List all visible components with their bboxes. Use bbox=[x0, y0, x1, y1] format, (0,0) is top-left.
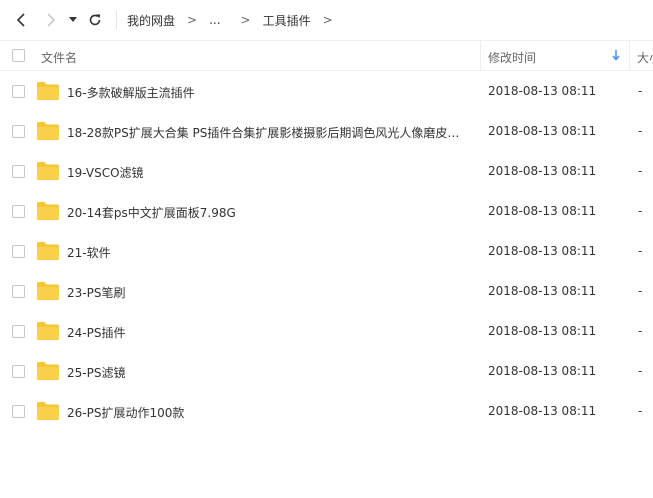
file-row[interactable]: 23-PS笔刷 2018-08-13 08:11 - bbox=[0, 271, 653, 311]
file-name[interactable]: 19-VSCO滤镜 bbox=[67, 164, 467, 181]
file-size: - bbox=[638, 404, 643, 418]
row-checkbox[interactable] bbox=[12, 365, 25, 378]
file-row[interactable]: 19-VSCO滤镜 2018-08-13 08:11 - bbox=[0, 151, 653, 191]
folder-icon bbox=[37, 361, 59, 380]
breadcrumb-separator: > bbox=[187, 13, 198, 27]
file-name[interactable]: 25-PS滤镜 bbox=[67, 364, 467, 381]
file-mtime: 2018-08-13 08:11 bbox=[488, 204, 597, 218]
file-mtime: 2018-08-13 08:11 bbox=[488, 284, 597, 298]
file-name[interactable]: 16-多款破解版主流插件 bbox=[67, 84, 467, 101]
column-header-mtime[interactable]: 修改时间 bbox=[488, 49, 536, 66]
toolbar-divider bbox=[116, 11, 117, 29]
file-row[interactable]: 18-28款PS扩展大合集 PS插件合集扩展影楼摄影后期调色风光人像磨皮降噪..… bbox=[0, 111, 653, 151]
row-checkbox[interactable] bbox=[12, 205, 25, 218]
file-list-header: 文件名 修改时间 大小 bbox=[0, 40, 653, 71]
column-header-name[interactable]: 文件名 bbox=[41, 49, 77, 66]
toolbar: 我的网盘 > ... > 工具插件 > bbox=[0, 0, 653, 40]
breadcrumb-item-tool-plugins[interactable]: 工具插件 bbox=[263, 12, 311, 29]
file-size: - bbox=[638, 84, 643, 98]
file-mtime: 2018-08-13 08:11 bbox=[488, 244, 597, 258]
folder-icon bbox=[37, 401, 59, 420]
chevron-left-icon bbox=[16, 13, 25, 27]
file-mtime: 2018-08-13 08:11 bbox=[488, 124, 597, 138]
file-name[interactable]: 18-28款PS扩展大合集 PS插件合集扩展影楼摄影后期调色风光人像磨皮降噪..… bbox=[67, 124, 467, 141]
refresh-button[interactable] bbox=[85, 10, 105, 30]
column-divider[interactable] bbox=[480, 41, 481, 70]
chevron-right-icon bbox=[47, 13, 56, 27]
folder-icon bbox=[37, 121, 59, 140]
file-size: - bbox=[638, 284, 643, 298]
row-checkbox[interactable] bbox=[12, 285, 25, 298]
file-mtime: 2018-08-13 08:11 bbox=[488, 84, 597, 98]
breadcrumb-separator: > bbox=[240, 13, 251, 27]
file-row[interactable]: 16-多款破解版主流插件 2018-08-13 08:11 - bbox=[0, 71, 653, 111]
breadcrumb: 我的网盘 > ... > 工具插件 > bbox=[127, 11, 345, 29]
breadcrumb-item-ellipsis[interactable]: ... bbox=[209, 13, 220, 27]
file-name[interactable]: 23-PS笔刷 bbox=[67, 284, 467, 301]
file-name[interactable]: 24-PS插件 bbox=[67, 324, 467, 341]
file-name[interactable]: 20-14套ps中文扩展面板7.98G bbox=[67, 204, 467, 221]
history-dropdown-button[interactable] bbox=[65, 10, 81, 30]
file-row[interactable]: 20-14套ps中文扩展面板7.98G 2018-08-13 08:11 - bbox=[0, 191, 653, 231]
select-all-checkbox[interactable] bbox=[12, 49, 25, 62]
row-checkbox[interactable] bbox=[12, 245, 25, 258]
folder-icon bbox=[37, 201, 59, 220]
refresh-icon bbox=[89, 14, 101, 26]
file-row[interactable]: 24-PS插件 2018-08-13 08:11 - bbox=[0, 311, 653, 351]
column-divider[interactable] bbox=[629, 41, 630, 70]
folder-icon bbox=[37, 81, 59, 100]
caret-down-icon bbox=[69, 17, 77, 22]
file-size: - bbox=[638, 164, 643, 178]
file-size: - bbox=[638, 124, 643, 138]
file-mtime: 2018-08-13 08:11 bbox=[488, 404, 597, 418]
row-checkbox[interactable] bbox=[12, 125, 25, 138]
folder-icon bbox=[37, 281, 59, 300]
file-name[interactable]: 26-PS扩展动作100款 bbox=[67, 404, 467, 421]
back-button[interactable] bbox=[11, 10, 31, 30]
row-checkbox[interactable] bbox=[12, 165, 25, 178]
breadcrumb-item-my-drive[interactable]: 我的网盘 bbox=[127, 12, 175, 29]
file-row[interactable]: 21-软件 2018-08-13 08:11 - bbox=[0, 231, 653, 271]
file-size: - bbox=[638, 364, 643, 378]
sort-desc-icon[interactable] bbox=[612, 49, 620, 64]
file-mtime: 2018-08-13 08:11 bbox=[488, 364, 597, 378]
file-size: - bbox=[638, 244, 643, 258]
file-row[interactable]: 25-PS滤镜 2018-08-13 08:11 - bbox=[0, 351, 653, 391]
file-mtime: 2018-08-13 08:11 bbox=[488, 164, 597, 178]
file-name[interactable]: 21-软件 bbox=[67, 244, 467, 261]
file-row[interactable]: 26-PS扩展动作100款 2018-08-13 08:11 - bbox=[0, 391, 653, 431]
column-header-size[interactable]: 大小 bbox=[637, 49, 653, 66]
row-checkbox[interactable] bbox=[12, 405, 25, 418]
forward-button[interactable] bbox=[41, 10, 61, 30]
row-checkbox[interactable] bbox=[12, 85, 25, 98]
file-mtime: 2018-08-13 08:11 bbox=[488, 324, 597, 338]
breadcrumb-separator: > bbox=[322, 13, 333, 27]
folder-icon bbox=[37, 161, 59, 180]
file-size: - bbox=[638, 324, 643, 338]
folder-icon bbox=[37, 321, 59, 340]
row-checkbox[interactable] bbox=[12, 325, 25, 338]
folder-icon bbox=[37, 241, 59, 260]
file-size: - bbox=[638, 204, 643, 218]
